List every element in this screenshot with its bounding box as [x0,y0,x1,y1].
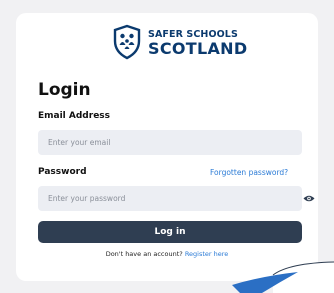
decorative-swoosh [232,261,334,293]
